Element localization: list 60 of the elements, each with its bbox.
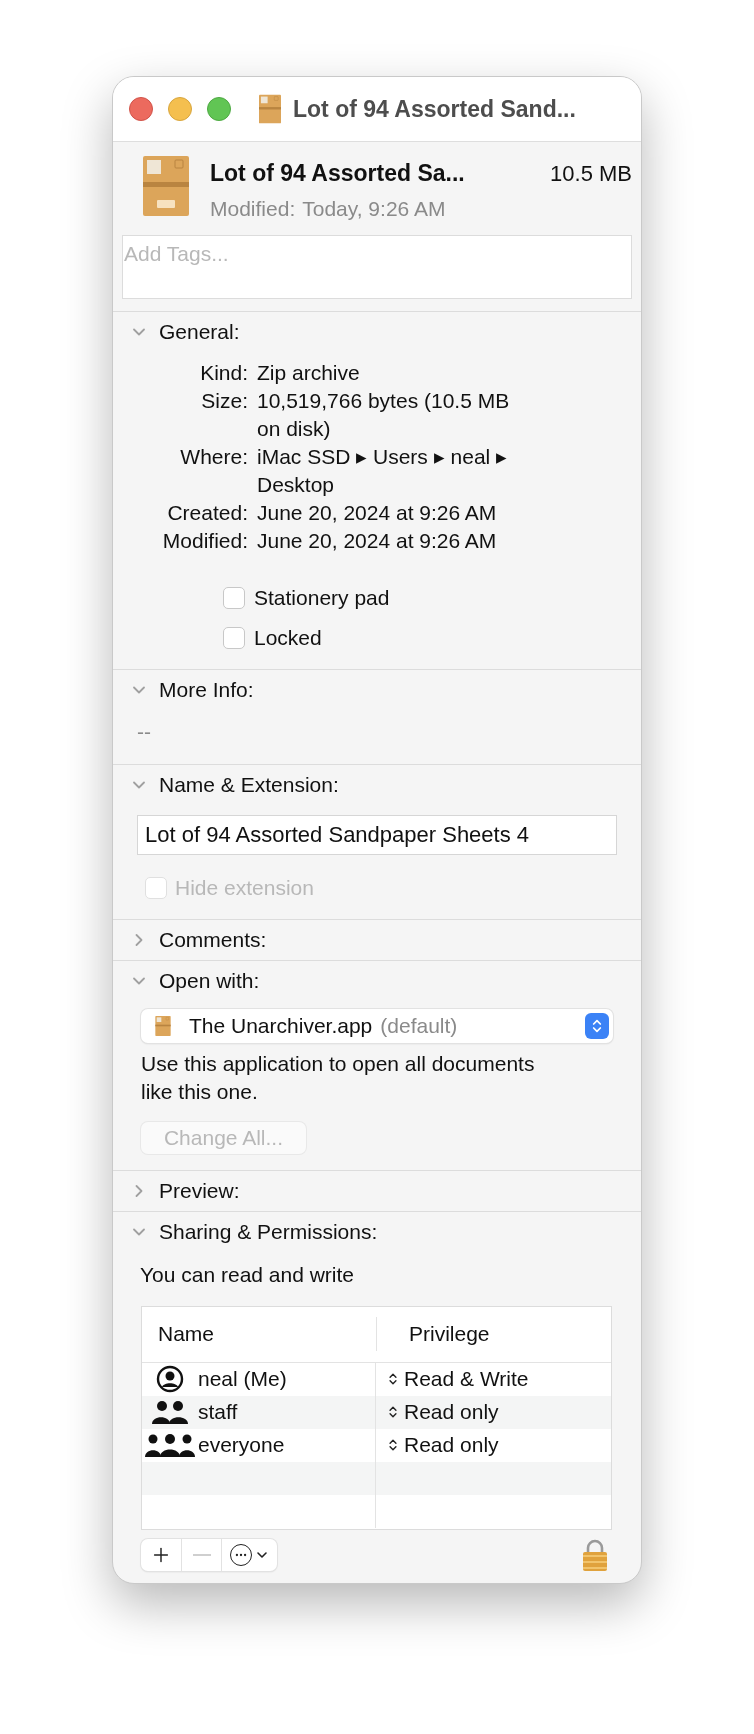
user-name: neal (Me): [198, 1366, 287, 1393]
remove-icon: [192, 1553, 211, 1556]
info-value: Zip archive: [257, 360, 360, 386]
info-label: Kind:: [199, 360, 248, 386]
info-label: Modified:: [161, 528, 248, 554]
privilege-value[interactable]: Read only: [404, 1429, 499, 1461]
info-value: June 20, 2024 at 9:26 AM: [257, 528, 497, 554]
more-info-value: --: [137, 720, 151, 743]
stepper-icon: [386, 1372, 400, 1386]
user-name: everyone: [198, 1432, 285, 1459]
zip-archive-icon: [259, 94, 281, 124]
stepper-icon: [386, 1438, 400, 1452]
column-header[interactable]: Name: [142, 1318, 376, 1350]
lock-icon[interactable]: [582, 1538, 608, 1571]
column-header[interactable]: Privilege: [376, 1317, 611, 1351]
minimize-button[interactable]: [168, 97, 192, 121]
open-with-description: Use this application to open all documents like this one.: [141, 1050, 536, 1105]
group-icon: [152, 1400, 188, 1424]
privilege-value[interactable]: Read & Write: [404, 1363, 529, 1395]
checkbox-label: Stationery pad: [254, 585, 390, 612]
application-popup[interactable]: The Unarchiver.app (default): [141, 1008, 613, 1043]
zoom-button[interactable]: [207, 97, 231, 121]
user-name: staff: [198, 1399, 238, 1426]
section-header[interactable]: Comments:: [113, 919, 641, 960]
info-value: June 20, 2024 at 9:26 AM: [257, 500, 497, 526]
window-title: Lot of 94 Assorted Sand...: [293, 94, 576, 124]
info-label: Size:: [200, 388, 248, 414]
section-header[interactable]: General:: [113, 312, 641, 352]
section-header[interactable]: Open with:: [113, 960, 641, 1001]
stepper-icon: [585, 1012, 609, 1039]
privilege-value[interactable]: Read only: [404, 1396, 499, 1428]
info-value: iMac SSD ▸ Users ▸ neal ▸: [257, 444, 508, 470]
modified-value: Today, 9:26 AM: [302, 195, 446, 222]
user-icon: [156, 1365, 184, 1393]
checkbox[interactable]: [223, 627, 245, 649]
zip-archive-icon: [155, 1015, 171, 1036]
permission-row[interactable]: staff Read only: [142, 1395, 611, 1429]
checkbox-label: Hide extension: [175, 874, 314, 901]
file-name: Lot of 94 Assorted Sa...: [210, 159, 465, 188]
modified-label: Modified:: [210, 195, 296, 222]
stepper-icon: [386, 1405, 400, 1419]
default-note: (default): [380, 1012, 458, 1039]
checkbox[interactable]: [223, 587, 245, 609]
info-value: Desktop: [257, 472, 336, 498]
info-value: 10,519,766 bytes (10.5 MB: [257, 388, 510, 414]
info-label: Where:: [179, 444, 248, 470]
permission-note: You can read and write: [140, 1261, 356, 1288]
file-name-field[interactable]: Lot of 94 Assorted Sandpaper Sheets 4: [137, 814, 617, 855]
tags-field[interactable]: Add Tags...: [122, 235, 632, 299]
section-header[interactable]: Sharing & Permissions:: [113, 1211, 641, 1252]
section-header[interactable]: Name & Extension:: [113, 764, 641, 805]
section-header[interactable]: More Info:: [113, 670, 641, 710]
info-value: on disk): [257, 416, 332, 442]
close-button[interactable]: [129, 97, 153, 121]
people-icon: [145, 1433, 195, 1457]
zip-archive-icon: [142, 156, 190, 216]
file-size: 10.5 MB: [550, 159, 632, 188]
section-header[interactable]: Preview:: [113, 1170, 641, 1211]
info-label: Created:: [166, 500, 248, 526]
checkbox-label: Locked: [254, 625, 322, 652]
